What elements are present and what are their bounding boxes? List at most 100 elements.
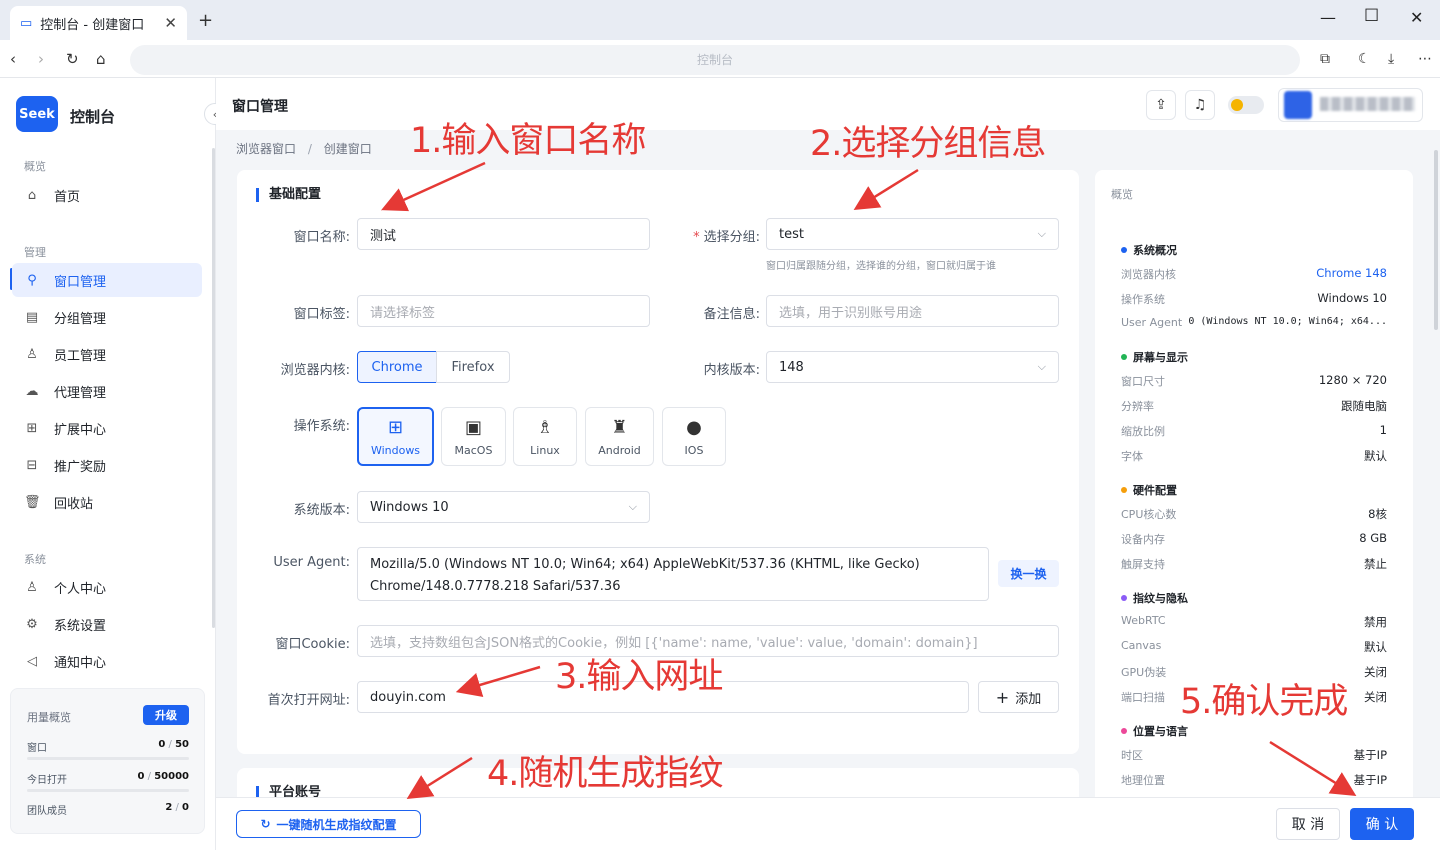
apple-icon: ●	[686, 416, 702, 438]
group-label: * 选择分组:	[693, 230, 760, 245]
window-search-icon: ⚲	[27, 272, 37, 288]
window-name-input[interactable]: 测试	[357, 218, 650, 250]
tab-title: 控制台 - 创建窗口	[40, 17, 145, 33]
url-label: 首次打开网址:	[267, 693, 350, 708]
usage-bar	[27, 757, 189, 760]
breadcrumb-parent[interactable]: 浏览器窗口	[236, 142, 296, 156]
cloud-icon: ☁	[25, 383, 39, 399]
browser-tab-bar	[0, 0, 1440, 40]
breadcrumb-current: 创建窗口	[323, 142, 372, 156]
minimize-icon[interactable]: —	[1320, 8, 1336, 27]
sidebar-item-notifications[interactable]: ◁ 通知中心	[12, 644, 202, 678]
dot-icon	[1121, 354, 1127, 360]
overview-row: Canvas 默认	[1121, 639, 1387, 654]
back-icon[interactable]: ‹	[10, 50, 16, 68]
overview-group-title: 系统概况	[1121, 242, 1177, 258]
core-label: 浏览器内核:	[280, 363, 350, 378]
extension-icon[interactable]: ⧉	[1320, 51, 1330, 67]
avatar	[1284, 91, 1312, 119]
annotation-step-3: 3.输入网址	[555, 657, 723, 697]
sidebar-item-settings[interactable]: ⚙ 系统设置	[12, 607, 202, 641]
ua-textarea[interactable]: Mozilla/5.0 (Windows NT 10.0; Win64; x64…	[357, 547, 989, 601]
remark-input[interactable]: 选填，用于识别账号用途	[766, 295, 1059, 327]
breadcrumb: 浏览器窗口 / 创建窗口	[236, 142, 372, 156]
overview-row: 时区 基于IP	[1121, 748, 1387, 762]
core-option-firefox[interactable]: Firefox	[436, 351, 510, 383]
address-input[interactable]: 控制台	[130, 45, 1300, 75]
os-option-linux[interactable]: ♗ Linux	[513, 407, 577, 466]
upgrade-button[interactable]: 升级	[143, 705, 189, 725]
usage-row-members: 团队成员 2 / 0	[27, 802, 189, 817]
download-icon[interactable]: ⤓	[1388, 51, 1394, 67]
sidebar-item-extensions[interactable]: ⊞ 扩展中心	[12, 411, 202, 445]
user-name-blurred	[1320, 97, 1415, 111]
chevron-down-icon: ⌵	[1037, 360, 1046, 373]
overview-row: 操作系统 Windows 10	[1121, 291, 1387, 306]
ua-swap-button[interactable]: 换一换	[998, 560, 1059, 587]
overview-row: 窗口尺寸 1280 × 720	[1121, 373, 1387, 388]
browser-tab[interactable]: ▭ 控制台 - 创建窗口 ✕	[10, 6, 187, 40]
overview-title: 概览	[1111, 188, 1133, 201]
monitor-icon: ▭	[20, 15, 33, 31]
group-hint: 窗口归属跟随分组，选择谁的分组，窗口就归属于谁	[766, 261, 996, 272]
reload-icon[interactable]: ↻	[66, 50, 79, 68]
tag-select[interactable]: 请选择标签	[357, 295, 650, 327]
user-icon: ♙	[26, 579, 38, 595]
gear-icon: ⚙	[26, 616, 38, 632]
moon-icon[interactable]: ☾	[1358, 51, 1371, 67]
core-option-chrome[interactable]: Chrome	[357, 351, 437, 383]
os-option-android[interactable]: ♜ Android	[585, 407, 654, 466]
staff-icon: ♙	[26, 346, 38, 362]
os-label: 操作系统:	[293, 419, 350, 434]
confirm-button[interactable]: 确 认	[1350, 808, 1414, 840]
sidebar-item-staff-manage[interactable]: ♙ 员工管理	[12, 337, 202, 371]
new-tab-button[interactable]: +	[198, 10, 213, 31]
section-manage: 管理	[24, 246, 46, 259]
bell-icon[interactable]: ♫	[1185, 90, 1215, 120]
annotation-step-5: 5.确认完成	[1180, 682, 1348, 722]
windows-icon: ⊞	[387, 416, 404, 438]
overview-row: WebRTC 禁用	[1121, 614, 1387, 629]
sidebar-scrollbar[interactable]	[212, 148, 215, 628]
sys-version-select[interactable]: Windows 10 ⌵	[357, 491, 650, 523]
sidebar-item-rewards[interactable]: ⊟ 推广奖励	[12, 448, 202, 482]
close-tab-icon[interactable]: ✕	[164, 14, 177, 32]
sidebar-item-group-manage[interactable]: ▤ 分组管理	[12, 300, 202, 334]
add-url-button[interactable]: + 添加	[978, 681, 1059, 713]
forward-icon[interactable]: ›	[38, 50, 44, 68]
os-option-ios[interactable]: ● IOS	[662, 407, 726, 466]
dot-icon	[1121, 487, 1127, 493]
dot-icon	[1121, 595, 1127, 601]
usage-title: 用量概览	[27, 711, 71, 724]
sidebar-item-profile[interactable]: ♙ 个人中心	[12, 570, 202, 604]
group-select[interactable]: test ⌵	[766, 218, 1059, 250]
os-option-windows[interactable]: ⊞ Windows	[357, 407, 434, 466]
overview-row: 分辨率 跟随电脑	[1121, 399, 1387, 413]
usage-row-windows: 窗口 0 / 50	[27, 739, 189, 760]
close-window-icon[interactable]: ✕	[1410, 8, 1423, 27]
grid-icon: ⊞	[26, 420, 38, 436]
sidebar-item-window-manage[interactable]: ⚲ 窗口管理	[12, 263, 202, 297]
random-fingerprint-button[interactable]: ↻ 一键随机生成指纹配置	[236, 810, 421, 838]
megaphone-icon: ◁	[27, 653, 37, 669]
page-scrollbar[interactable]	[1434, 150, 1438, 330]
cancel-button[interactable]: 取 消	[1276, 808, 1340, 840]
os-option-macos[interactable]: ▣ MacOS	[441, 407, 506, 466]
core-version-select[interactable]: 148 ⌵	[766, 351, 1059, 383]
maximize-icon[interactable]: ☐	[1364, 6, 1379, 26]
group-icon: ▤	[25, 309, 39, 325]
monitor-icon: ▣	[464, 416, 482, 438]
sidebar-item-proxy-manage[interactable]: ☁ 代理管理	[12, 374, 202, 408]
brand-name: 控制台	[70, 108, 116, 126]
dot-icon	[1121, 728, 1127, 734]
theme-toggle[interactable]	[1228, 96, 1264, 114]
overview-row: 触屏支持 禁止	[1121, 557, 1387, 571]
overview-row: 设备内存 8 GB	[1121, 531, 1387, 546]
overview-row: CPU核心数 8核	[1121, 507, 1387, 521]
section-overview: 概览	[24, 160, 46, 173]
sidebar-item-trash[interactable]: 🗑 回收站	[12, 485, 202, 519]
more-icon[interactable]: ⋯	[1418, 51, 1432, 67]
home-browser-icon[interactable]: ⌂	[96, 50, 106, 68]
cloud-upload-icon[interactable]: ⇪	[1146, 90, 1176, 120]
sidebar-item-home[interactable]: ⌂ 首页	[12, 178, 202, 212]
